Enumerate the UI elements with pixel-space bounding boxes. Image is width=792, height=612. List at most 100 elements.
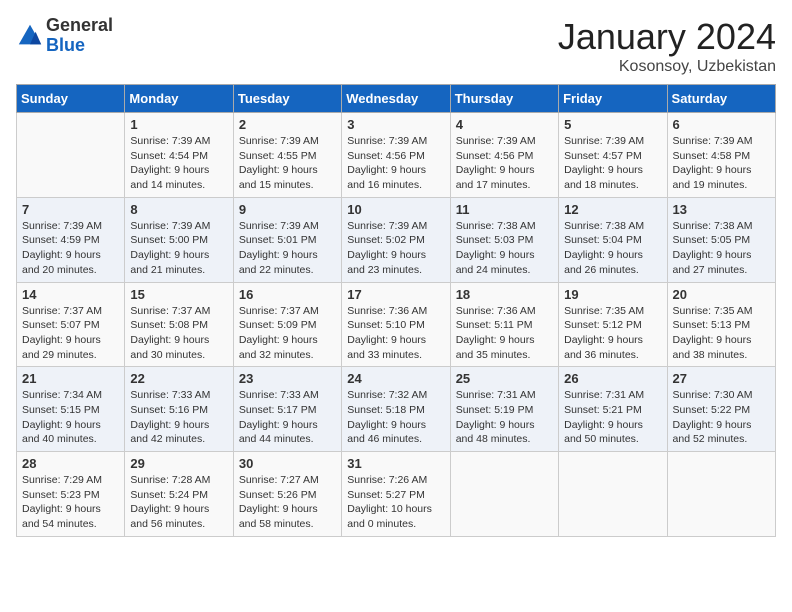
cell-content: Sunrise: 7:28 AM Sunset: 5:24 PM Dayligh… bbox=[130, 473, 227, 532]
calendar-cell: 28 Sunrise: 7:29 AM Sunset: 5:23 PM Dayli… bbox=[17, 452, 125, 537]
day-number: 30 bbox=[239, 456, 336, 471]
calendar-cell: 12Sunrise: 7:38 AM Sunset: 5:04 PM Dayli… bbox=[559, 197, 667, 282]
cell-content: Sunrise: 7:29 AM Sunset: 5:23 PM Dayligh… bbox=[22, 473, 119, 532]
day-header: Friday bbox=[559, 85, 667, 113]
calendar-cell: 31 Sunrise: 7:26 AM Sunset: 5:27 PM Dayli… bbox=[342, 452, 450, 537]
cell-content: Sunrise: 7:27 AM Sunset: 5:26 PM Dayligh… bbox=[239, 473, 336, 532]
calendar-cell: 4 Sunrise: 7:39 AM Sunset: 4:56 PM Daylig… bbox=[450, 113, 558, 198]
cell-content: Sunrise: 7:39 AM Sunset: 5:01 PM Dayligh… bbox=[239, 219, 336, 278]
cell-content: Sunrise: 7:38 AM Sunset: 5:05 PM Dayligh… bbox=[673, 219, 770, 278]
calendar-cell: 17 Sunrise: 7:36 AM Sunset: 5:10 PM Dayli… bbox=[342, 282, 450, 367]
calendar-cell: 10 Sunrise: 7:39 AM Sunset: 5:02 PM Dayli… bbox=[342, 197, 450, 282]
day-number: 3 bbox=[347, 117, 444, 132]
calendar-cell: 11Sunrise: 7:38 AM Sunset: 5:03 PM Dayli… bbox=[450, 197, 558, 282]
cell-content: Sunrise: 7:39 AM Sunset: 4:57 PM Dayligh… bbox=[564, 134, 661, 193]
day-number: 28 bbox=[22, 456, 119, 471]
calendar-cell bbox=[559, 452, 667, 537]
cell-content: Sunrise: 7:36 AM Sunset: 5:11 PM Dayligh… bbox=[456, 304, 553, 363]
calendar-cell: 13 Sunrise: 7:38 AM Sunset: 5:05 PM Dayli… bbox=[667, 197, 775, 282]
calendar-cell: 22 Sunrise: 7:33 AM Sunset: 5:16 PM Dayli… bbox=[125, 367, 233, 452]
calendar-week-row: 21 Sunrise: 7:34 AM Sunset: 5:15 PM Dayli… bbox=[17, 367, 776, 452]
day-number: 31 bbox=[347, 456, 444, 471]
day-header: Sunday bbox=[17, 85, 125, 113]
title-area: January 2024 Kosonsoy, Uzbekistan bbox=[558, 16, 776, 76]
day-number: 27 bbox=[673, 371, 770, 386]
day-number: 18 bbox=[456, 287, 553, 302]
calendar-cell: 18 Sunrise: 7:36 AM Sunset: 5:11 PM Dayli… bbox=[450, 282, 558, 367]
cell-content: Sunrise: 7:34 AM Sunset: 5:15 PM Dayligh… bbox=[22, 388, 119, 447]
calendar-cell: 20 Sunrise: 7:35 AM Sunset: 5:13 PM Dayli… bbox=[667, 282, 775, 367]
calendar-week-row: 1 Sunrise: 7:39 AM Sunset: 4:54 PM Daylig… bbox=[17, 113, 776, 198]
day-number: 6 bbox=[673, 117, 770, 132]
day-number: 9 bbox=[239, 202, 336, 217]
cell-content: Sunrise: 7:39 AM Sunset: 4:54 PM Dayligh… bbox=[130, 134, 227, 193]
cell-content: Sunrise: 7:33 AM Sunset: 5:17 PM Dayligh… bbox=[239, 388, 336, 447]
day-header: Tuesday bbox=[233, 85, 341, 113]
cell-content: Sunrise: 7:39 AM Sunset: 4:58 PM Dayligh… bbox=[673, 134, 770, 193]
calendar-cell bbox=[450, 452, 558, 537]
day-header: Saturday bbox=[667, 85, 775, 113]
month-title: January 2024 bbox=[558, 16, 776, 58]
day-number: 1 bbox=[130, 117, 227, 132]
calendar-cell: 9 Sunrise: 7:39 AM Sunset: 5:01 PM Daylig… bbox=[233, 197, 341, 282]
day-number: 24 bbox=[347, 371, 444, 386]
cell-content: Sunrise: 7:39 AM Sunset: 4:56 PM Dayligh… bbox=[456, 134, 553, 193]
calendar-week-row: 14 Sunrise: 7:37 AM Sunset: 5:07 PM Dayli… bbox=[17, 282, 776, 367]
calendar-week-row: 7 Sunrise: 7:39 AM Sunset: 4:59 PM Daylig… bbox=[17, 197, 776, 282]
day-number: 21 bbox=[22, 371, 119, 386]
day-number: 23 bbox=[239, 371, 336, 386]
cell-content: Sunrise: 7:39 AM Sunset: 5:00 PM Dayligh… bbox=[130, 219, 227, 278]
cell-content: Sunrise: 7:30 AM Sunset: 5:22 PM Dayligh… bbox=[673, 388, 770, 447]
calendar-table: SundayMondayTuesdayWednesdayThursdayFrid… bbox=[16, 84, 776, 537]
cell-content: Sunrise: 7:39 AM Sunset: 5:02 PM Dayligh… bbox=[347, 219, 444, 278]
day-number: 4 bbox=[456, 117, 553, 132]
cell-content: Sunrise: 7:37 AM Sunset: 5:09 PM Dayligh… bbox=[239, 304, 336, 363]
calendar-cell: 21 Sunrise: 7:34 AM Sunset: 5:15 PM Dayli… bbox=[17, 367, 125, 452]
calendar-cell: 27 Sunrise: 7:30 AM Sunset: 5:22 PM Dayli… bbox=[667, 367, 775, 452]
calendar-cell bbox=[17, 113, 125, 198]
calendar-cell: 5 Sunrise: 7:39 AM Sunset: 4:57 PM Daylig… bbox=[559, 113, 667, 198]
cell-content: Sunrise: 7:39 AM Sunset: 4:56 PM Dayligh… bbox=[347, 134, 444, 193]
logo: General Blue bbox=[16, 16, 113, 56]
cell-content: Sunrise: 7:31 AM Sunset: 5:21 PM Dayligh… bbox=[564, 388, 661, 447]
calendar-cell: 1 Sunrise: 7:39 AM Sunset: 4:54 PM Daylig… bbox=[125, 113, 233, 198]
cell-content: Sunrise: 7:26 AM Sunset: 5:27 PM Dayligh… bbox=[347, 473, 444, 532]
cell-content: Sunrise: 7:35 AM Sunset: 5:13 PM Dayligh… bbox=[673, 304, 770, 363]
calendar-cell: 19Sunrise: 7:35 AM Sunset: 5:12 PM Dayli… bbox=[559, 282, 667, 367]
calendar-cell: 29 Sunrise: 7:28 AM Sunset: 5:24 PM Dayli… bbox=[125, 452, 233, 537]
cell-content: Sunrise: 7:31 AM Sunset: 5:19 PM Dayligh… bbox=[456, 388, 553, 447]
calendar-cell: 26Sunrise: 7:31 AM Sunset: 5:21 PM Dayli… bbox=[559, 367, 667, 452]
day-number: 17 bbox=[347, 287, 444, 302]
calendar-cell: 25Sunrise: 7:31 AM Sunset: 5:19 PM Dayli… bbox=[450, 367, 558, 452]
calendar-cell: 16Sunrise: 7:37 AM Sunset: 5:09 PM Dayli… bbox=[233, 282, 341, 367]
calendar-cell: 14 Sunrise: 7:37 AM Sunset: 5:07 PM Dayli… bbox=[17, 282, 125, 367]
logo-icon bbox=[16, 22, 44, 50]
calendar-cell: 7 Sunrise: 7:39 AM Sunset: 4:59 PM Daylig… bbox=[17, 197, 125, 282]
cell-content: Sunrise: 7:36 AM Sunset: 5:10 PM Dayligh… bbox=[347, 304, 444, 363]
calendar-cell: 6 Sunrise: 7:39 AM Sunset: 4:58 PM Daylig… bbox=[667, 113, 775, 198]
cell-content: Sunrise: 7:37 AM Sunset: 5:08 PM Dayligh… bbox=[130, 304, 227, 363]
cell-content: Sunrise: 7:33 AM Sunset: 5:16 PM Dayligh… bbox=[130, 388, 227, 447]
cell-content: Sunrise: 7:39 AM Sunset: 4:59 PM Dayligh… bbox=[22, 219, 119, 278]
day-number: 29 bbox=[130, 456, 227, 471]
page-header: General Blue January 2024 Kosonsoy, Uzbe… bbox=[16, 16, 776, 76]
day-header: Monday bbox=[125, 85, 233, 113]
cell-content: Sunrise: 7:35 AM Sunset: 5:12 PM Dayligh… bbox=[564, 304, 661, 363]
cell-content: Sunrise: 7:37 AM Sunset: 5:07 PM Dayligh… bbox=[22, 304, 119, 363]
day-number: 7 bbox=[22, 202, 119, 217]
calendar-cell: 23 Sunrise: 7:33 AM Sunset: 5:17 PM Dayli… bbox=[233, 367, 341, 452]
calendar-cell: 15 Sunrise: 7:37 AM Sunset: 5:08 PM Dayli… bbox=[125, 282, 233, 367]
calendar-cell bbox=[667, 452, 775, 537]
calendar-cell: 24Sunrise: 7:32 AM Sunset: 5:18 PM Dayli… bbox=[342, 367, 450, 452]
day-number: 5 bbox=[564, 117, 661, 132]
day-number: 14 bbox=[22, 287, 119, 302]
day-header: Wednesday bbox=[342, 85, 450, 113]
day-number: 15 bbox=[130, 287, 227, 302]
day-number: 13 bbox=[673, 202, 770, 217]
day-number: 22 bbox=[130, 371, 227, 386]
day-number: 10 bbox=[347, 202, 444, 217]
cell-content: Sunrise: 7:38 AM Sunset: 5:04 PM Dayligh… bbox=[564, 219, 661, 278]
cell-content: Sunrise: 7:39 AM Sunset: 4:55 PM Dayligh… bbox=[239, 134, 336, 193]
day-number: 20 bbox=[673, 287, 770, 302]
calendar-cell: 8Sunrise: 7:39 AM Sunset: 5:00 PM Daylig… bbox=[125, 197, 233, 282]
